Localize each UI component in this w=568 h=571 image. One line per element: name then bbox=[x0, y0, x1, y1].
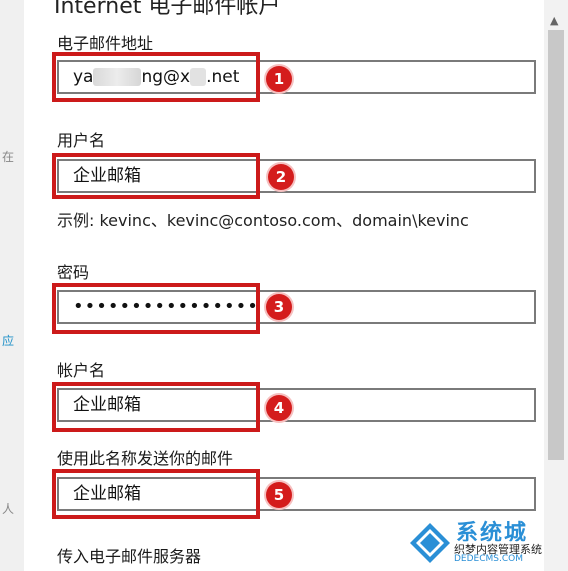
username-hint: 示例: kevinc、kevinc@contoso.com、domain\kev… bbox=[57, 211, 469, 230]
step-badge: 4 bbox=[266, 395, 292, 421]
password-label: 密码 bbox=[57, 263, 90, 282]
account-name-label: 帐户名 bbox=[57, 361, 106, 380]
username-input[interactable]: 企业邮箱 bbox=[57, 159, 536, 193]
background-text: 人 bbox=[2, 502, 15, 516]
password-input[interactable]: •••••••••••••••• bbox=[57, 290, 536, 324]
watermark-url: DEDECMS.COM bbox=[454, 554, 523, 564]
step-badge: 1 bbox=[266, 66, 292, 92]
step-badge: 3 bbox=[266, 294, 292, 320]
step-badge: 5 bbox=[266, 482, 292, 508]
email-account-dialog: Internet 电子邮件帐户 电子邮件地址 ya ng@x .net 1 用户名 … bbox=[24, 0, 568, 571]
display-name-input[interactable]: 企业邮箱 bbox=[57, 477, 536, 511]
background-text: 应 bbox=[2, 334, 15, 348]
step-badge: 2 bbox=[268, 164, 294, 190]
background-window-strip: 在 应 人 bbox=[0, 0, 25, 571]
username-label: 用户名 bbox=[57, 131, 106, 150]
email-value-start: ya bbox=[73, 67, 94, 87]
display-name-label: 使用此名称发送你的邮件 bbox=[57, 449, 234, 468]
watermark: 系统城 织梦内容管理系统 DEDECMS.COM bbox=[408, 515, 558, 567]
email-value-end: .net bbox=[206, 67, 240, 87]
redacted-text bbox=[190, 68, 207, 86]
incoming-server-label: 传入电子邮件服务器 bbox=[57, 547, 202, 566]
account-name-input[interactable]: 企业邮箱 bbox=[57, 388, 536, 422]
scroll-thumb[interactable] bbox=[548, 30, 564, 460]
email-address-label: 电子邮件地址 bbox=[57, 34, 154, 53]
background-text: 在 bbox=[2, 150, 15, 164]
email-address-input[interactable]: ya ng@x .net bbox=[57, 60, 536, 94]
windows-logo-icon bbox=[410, 523, 450, 563]
scroll-up-icon[interactable]: ▲ bbox=[550, 14, 558, 27]
redacted-text bbox=[93, 68, 142, 86]
dialog-title: Internet 电子邮件帐户 bbox=[54, 0, 281, 19]
dialog-scrollbar[interactable]: ▲ bbox=[544, 0, 568, 571]
email-value-mid: ng@x bbox=[141, 67, 191, 87]
